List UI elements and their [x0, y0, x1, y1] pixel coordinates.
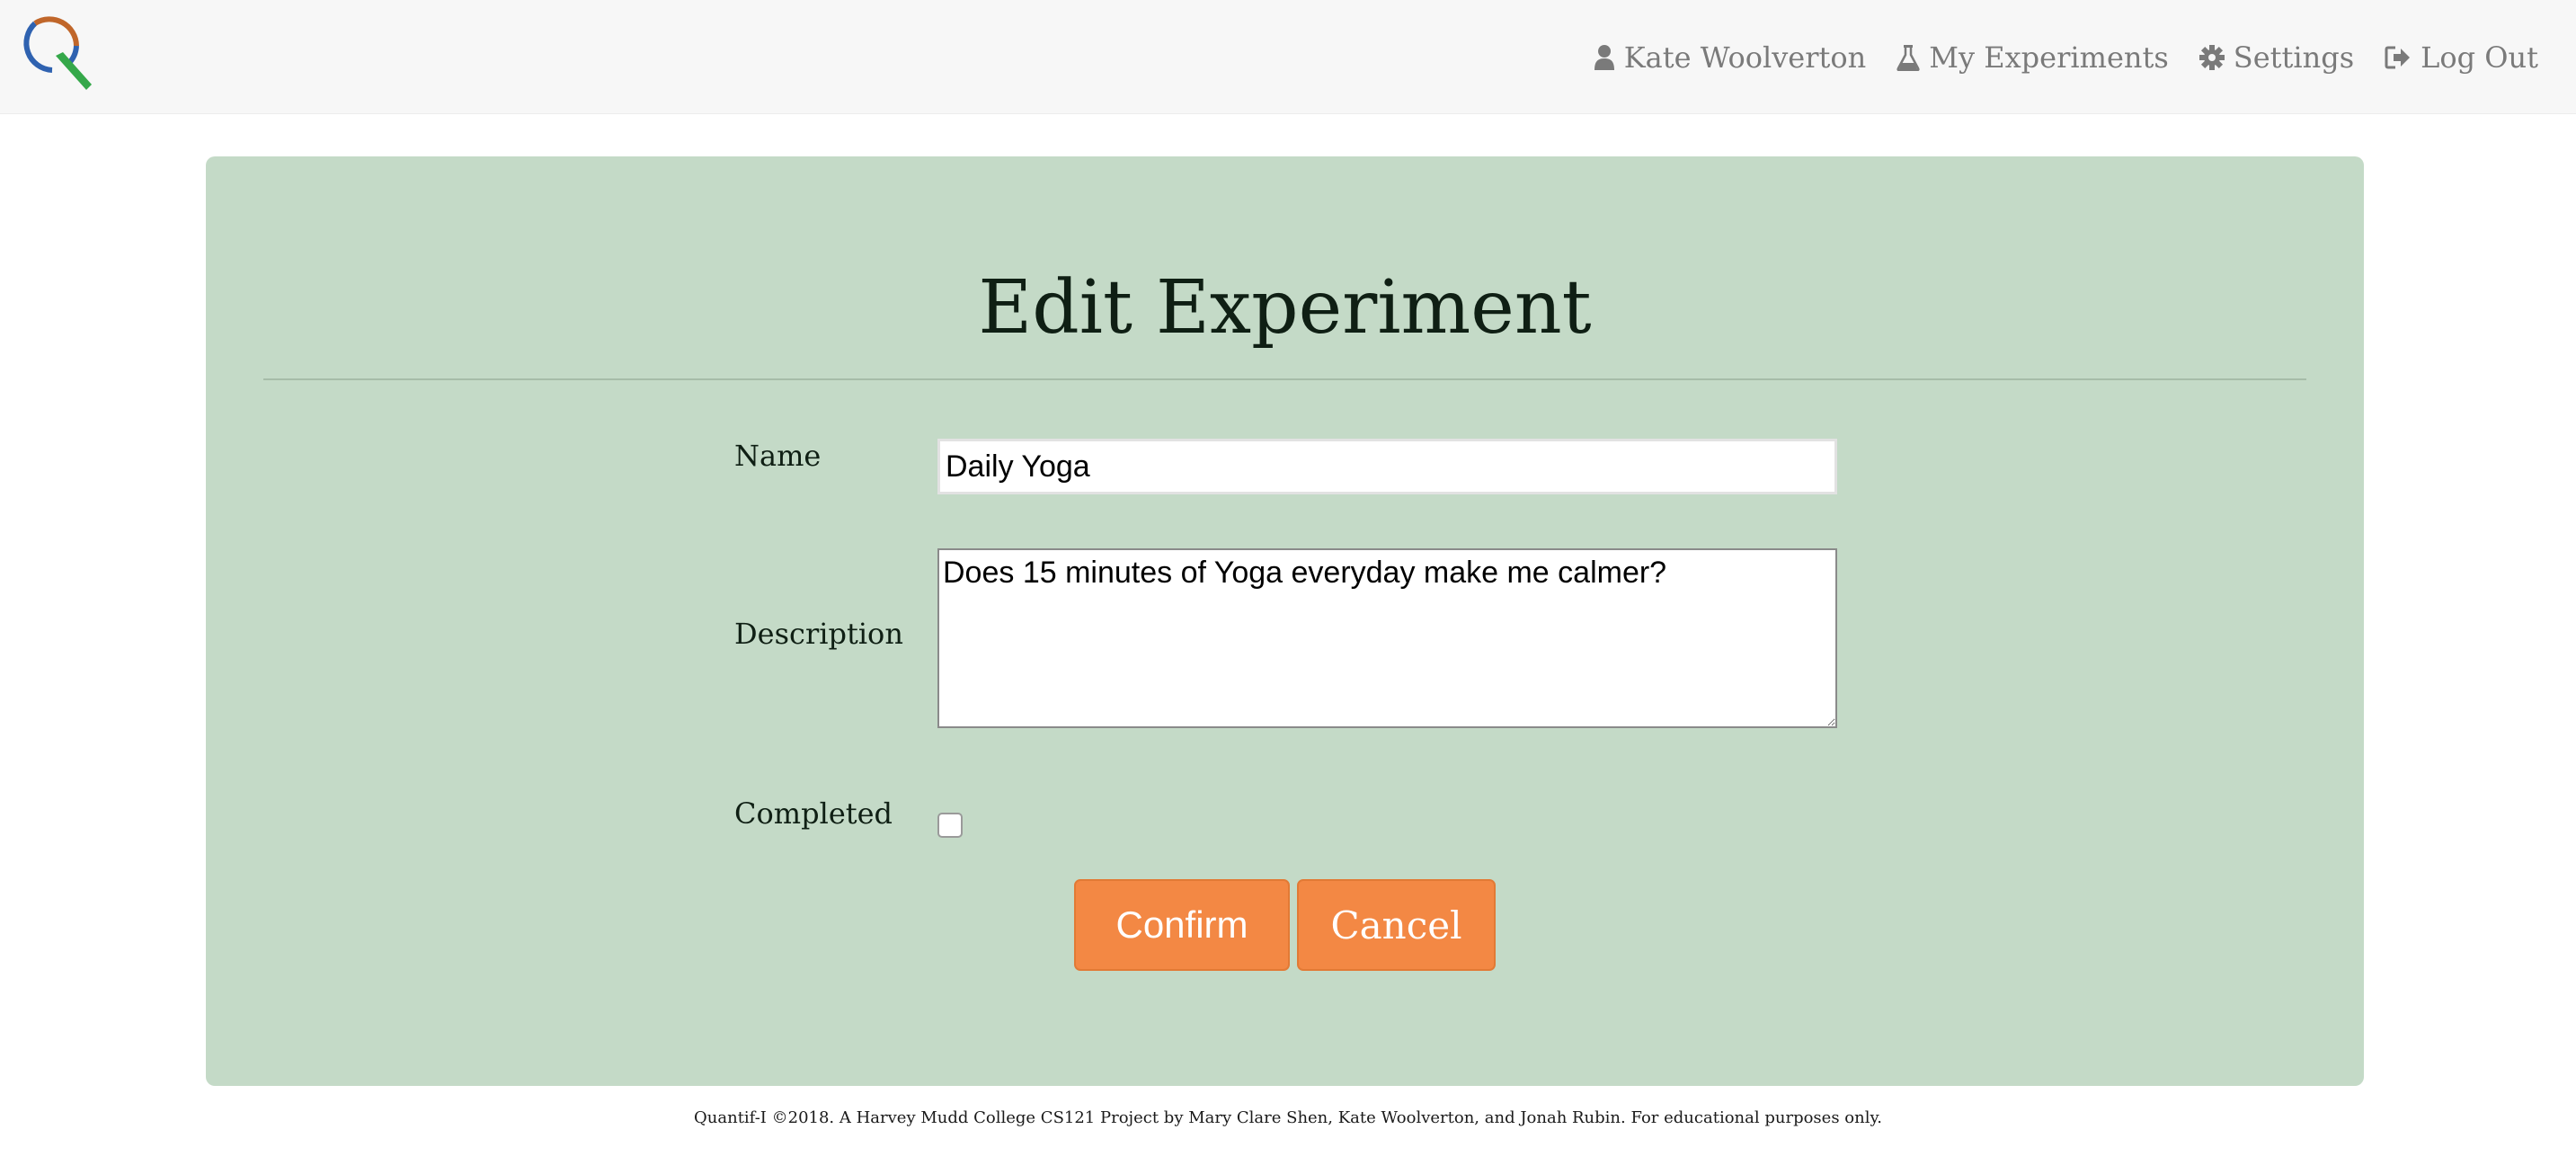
description-textarea[interactable]: Does 15 minutes of Yoga everyday make me… — [937, 548, 1837, 728]
name-label: Name — [734, 439, 822, 473]
nav-my-experiments-link[interactable]: My Experiments — [1896, 40, 2169, 75]
nav-logout-link[interactable]: Log Out — [2385, 40, 2538, 75]
nav-my-experiments-label: My Experiments — [1929, 40, 2169, 75]
footer-text: Quantif-I ©2018. A Harvey Mudd College C… — [694, 1108, 1882, 1127]
confirm-button[interactable]: Confirm — [1074, 879, 1290, 971]
navbar: Kate Woolverton My Experiments Settings … — [0, 0, 2576, 114]
nav-user-label: Kate Woolverton — [1623, 40, 1867, 75]
gear-icon — [2198, 44, 2225, 70]
flask-icon — [1896, 44, 1920, 71]
completed-checkbox[interactable] — [937, 813, 963, 838]
name-input[interactable] — [937, 439, 1837, 494]
page-title: Edit Experiment — [978, 265, 1592, 351]
nav-settings-label: Settings — [2233, 40, 2355, 75]
sign-out-icon — [2385, 45, 2412, 70]
edit-experiment-card: Edit Experiment Name Description Does 15… — [206, 156, 2364, 1086]
nav-links: Kate Woolverton My Experiments Settings … — [1594, 0, 2538, 114]
nav-user-link[interactable]: Kate Woolverton — [1594, 40, 1866, 75]
completed-label: Completed — [734, 796, 893, 831]
cancel-button[interactable]: Cancel — [1297, 879, 1496, 971]
nav-settings-link[interactable]: Settings — [2198, 40, 2355, 75]
title-divider — [263, 378, 2306, 380]
description-label: Description — [734, 617, 903, 651]
quantif-i-logo-icon[interactable] — [16, 16, 93, 93]
nav-logout-label: Log Out — [2421, 40, 2538, 75]
user-icon — [1594, 44, 1615, 71]
